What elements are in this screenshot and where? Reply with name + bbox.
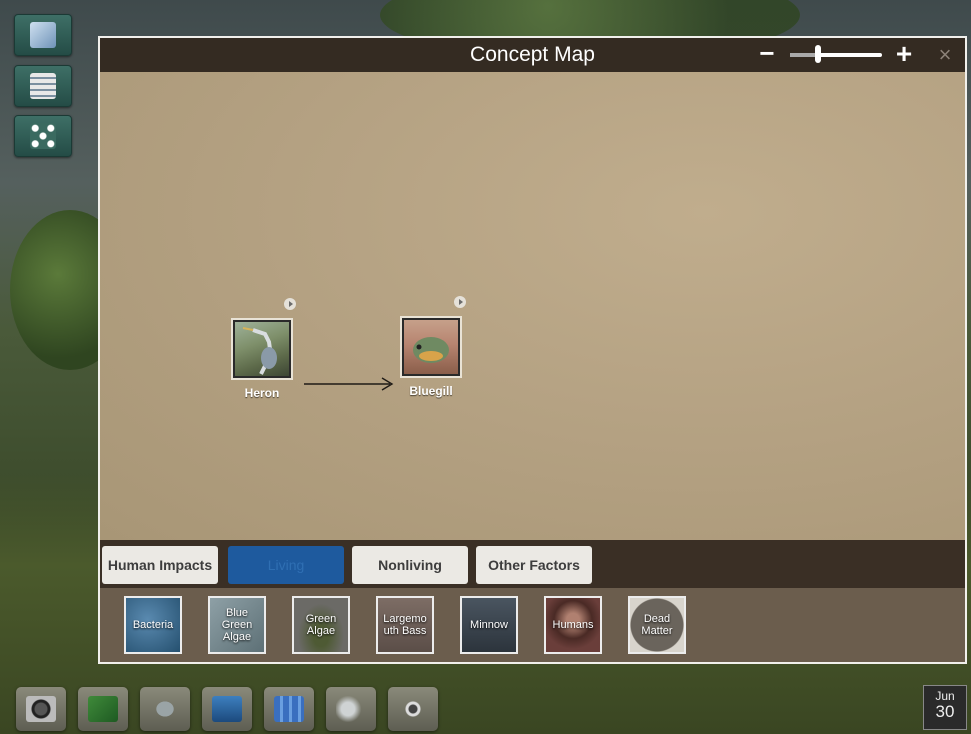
node-heron[interactable]: Heron: [230, 320, 294, 400]
zoom-out-button[interactable]: −: [757, 40, 777, 66]
submarine-icon: [150, 696, 180, 722]
tray-item-label: Dead Matter: [641, 613, 673, 637]
field-guide-icon: [88, 696, 118, 722]
tray-item-green-algae[interactable]: Green Algae: [292, 596, 350, 654]
tray-item-dead-matter[interactable]: Dead Matter: [628, 596, 686, 654]
node-bluegill[interactable]: Bluegill: [399, 318, 463, 398]
tab-human-impacts[interactable]: Human Impacts: [102, 546, 218, 584]
date-display: Jun 30: [923, 685, 967, 730]
zoom-slider-thumb[interactable]: [814, 45, 821, 63]
tray-item-minnow[interactable]: Minnow: [460, 596, 518, 654]
zoom-in-button[interactable]: +: [893, 40, 915, 68]
camera-button[interactable]: [16, 687, 66, 731]
concept-map-icon: [30, 123, 56, 149]
concept-map-button[interactable]: [14, 115, 72, 157]
tray-item-largemouth-bass[interactable]: Largemouth Bass: [376, 596, 434, 654]
date-month: Jun: [935, 689, 955, 703]
tray-item-label: Humans: [552, 619, 594, 631]
data-table-icon: [30, 73, 56, 99]
node-label: Bluegill: [409, 384, 453, 398]
population-button[interactable]: [264, 687, 314, 731]
tray-item-bacteria[interactable]: Bacteria: [124, 596, 182, 654]
close-button[interactable]: ×: [933, 43, 957, 67]
tab-living[interactable]: Living: [228, 546, 344, 584]
heron-image: [233, 320, 291, 378]
zoom-slider-track[interactable]: [790, 53, 882, 57]
bluegill-play-button[interactable]: [454, 296, 466, 308]
weather-icon: [336, 696, 366, 722]
weather-button[interactable]: [326, 687, 376, 731]
tray-item-blue-green-algae[interactable]: Blue Green Algae: [208, 596, 266, 654]
heron-play-button[interactable]: [284, 298, 296, 310]
concept-map-window: Concept Map − + × Heron Bluegill Human I…: [98, 36, 967, 664]
tray-item-label: Blue Green Algae: [221, 607, 253, 643]
tray-item-humans[interactable]: Humans: [544, 596, 602, 654]
tab-nonliving[interactable]: Nonliving: [352, 546, 468, 584]
briefcase-icon: [212, 696, 242, 722]
date-day: 30: [935, 702, 955, 721]
briefcase-button[interactable]: [202, 687, 252, 731]
sensor-button[interactable]: [388, 687, 438, 731]
connection-arrow[interactable]: [304, 377, 404, 391]
category-tabbar: Human Impacts Living Nonliving Other Fac…: [100, 540, 965, 588]
tray-item-label: Minnow: [470, 619, 508, 631]
population-icon: [274, 696, 304, 722]
tray-item-label: Largemouth Bass: [383, 613, 427, 637]
concept-map-canvas[interactable]: Heron Bluegill: [100, 72, 965, 540]
node-label: Heron: [244, 386, 280, 400]
notebook-pen-icon: [30, 22, 56, 48]
window-title: Concept Map: [470, 43, 595, 66]
organism-tray: Bacteria Blue Green Algae Green Algae La…: [100, 588, 965, 662]
tray-item-label: Green Algae: [305, 613, 337, 637]
bluegill-image: [402, 318, 460, 376]
data-table-button[interactable]: [14, 65, 72, 107]
submarine-button[interactable]: [140, 687, 190, 731]
tab-other-factors[interactable]: Other Factors: [476, 546, 592, 584]
notebook-button[interactable]: [14, 14, 72, 56]
sensor-icon: [398, 696, 428, 722]
camera-icon: [26, 696, 56, 722]
field-guide-button[interactable]: [78, 687, 128, 731]
tray-item-label: Bacteria: [132, 619, 174, 631]
